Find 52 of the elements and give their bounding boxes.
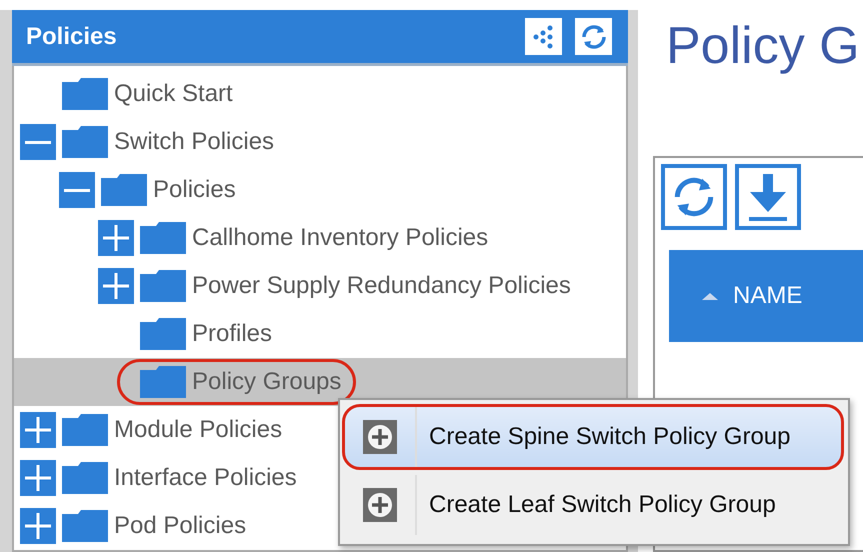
- tree-item-label: Interface Policies: [114, 464, 297, 492]
- tree-item-label: Profiles: [192, 320, 272, 348]
- folder-icon: [140, 222, 186, 254]
- plus-icon: [363, 420, 397, 454]
- menu-item[interactable]: Create Leaf Switch Policy Group: [342, 472, 844, 538]
- expand-toggle[interactable]: [98, 220, 134, 256]
- expand-toggle[interactable]: [98, 268, 134, 304]
- folder-icon: [62, 414, 108, 446]
- tree-item[interactable]: Policy Groups: [14, 358, 626, 406]
- collapse-toggle[interactable]: [20, 124, 56, 160]
- expand-toggle[interactable]: [20, 508, 56, 544]
- folder-icon: [140, 270, 186, 302]
- tree-item[interactable]: Quick Start: [14, 70, 626, 118]
- panel-title: Policies: [26, 22, 118, 50]
- folder-icon: [62, 510, 108, 542]
- tree-item-label: Switch Policies: [114, 128, 274, 156]
- plus-icon: [25, 417, 51, 443]
- download-button[interactable]: [735, 164, 801, 230]
- plus-icon: [25, 513, 51, 539]
- folder-icon: [62, 126, 108, 158]
- tree-item[interactable]: Profiles: [14, 310, 626, 358]
- tree-item[interactable]: Switch Policies: [14, 118, 626, 166]
- plus-icon: [103, 225, 129, 251]
- expand-toggle[interactable]: [20, 460, 56, 496]
- page-title: Policy G: [666, 16, 861, 76]
- folder-icon: [101, 174, 147, 206]
- folder-icon: [140, 318, 186, 350]
- menu-item[interactable]: Create Spine Switch Policy Group: [342, 404, 844, 470]
- folder-icon: [140, 366, 186, 398]
- tree-item-label: Callhome Inventory Policies: [192, 224, 488, 252]
- minus-icon: [64, 188, 90, 192]
- plus-icon: [103, 273, 129, 299]
- tree-item-label: Power Supply Redundancy Policies: [192, 272, 571, 300]
- plus-icon: [25, 465, 51, 491]
- column-header[interactable]: NAME: [733, 282, 802, 310]
- minus-icon: [25, 140, 51, 144]
- tree-item-label: Policy Groups: [192, 368, 342, 396]
- tree-item[interactable]: Policies: [14, 166, 626, 214]
- expand-toggle[interactable]: [20, 412, 56, 448]
- tree-item-label: Module Policies: [114, 416, 282, 444]
- plus-icon: [363, 488, 397, 522]
- tree-item[interactable]: Power Supply Redundancy Policies: [14, 262, 626, 310]
- tree-item-label: Pod Policies: [114, 512, 246, 540]
- folder-icon: [62, 78, 108, 110]
- refresh-button[interactable]: [575, 18, 612, 55]
- collapse-toggle[interactable]: [59, 172, 95, 208]
- refresh-button[interactable]: [661, 164, 727, 230]
- topology-button[interactable]: [525, 18, 562, 55]
- folder-icon: [62, 462, 108, 494]
- tree-item[interactable]: Callhome Inventory Policies: [14, 214, 626, 262]
- tree-item-label: Quick Start: [114, 80, 233, 108]
- tree-item-label: Policies: [153, 176, 236, 204]
